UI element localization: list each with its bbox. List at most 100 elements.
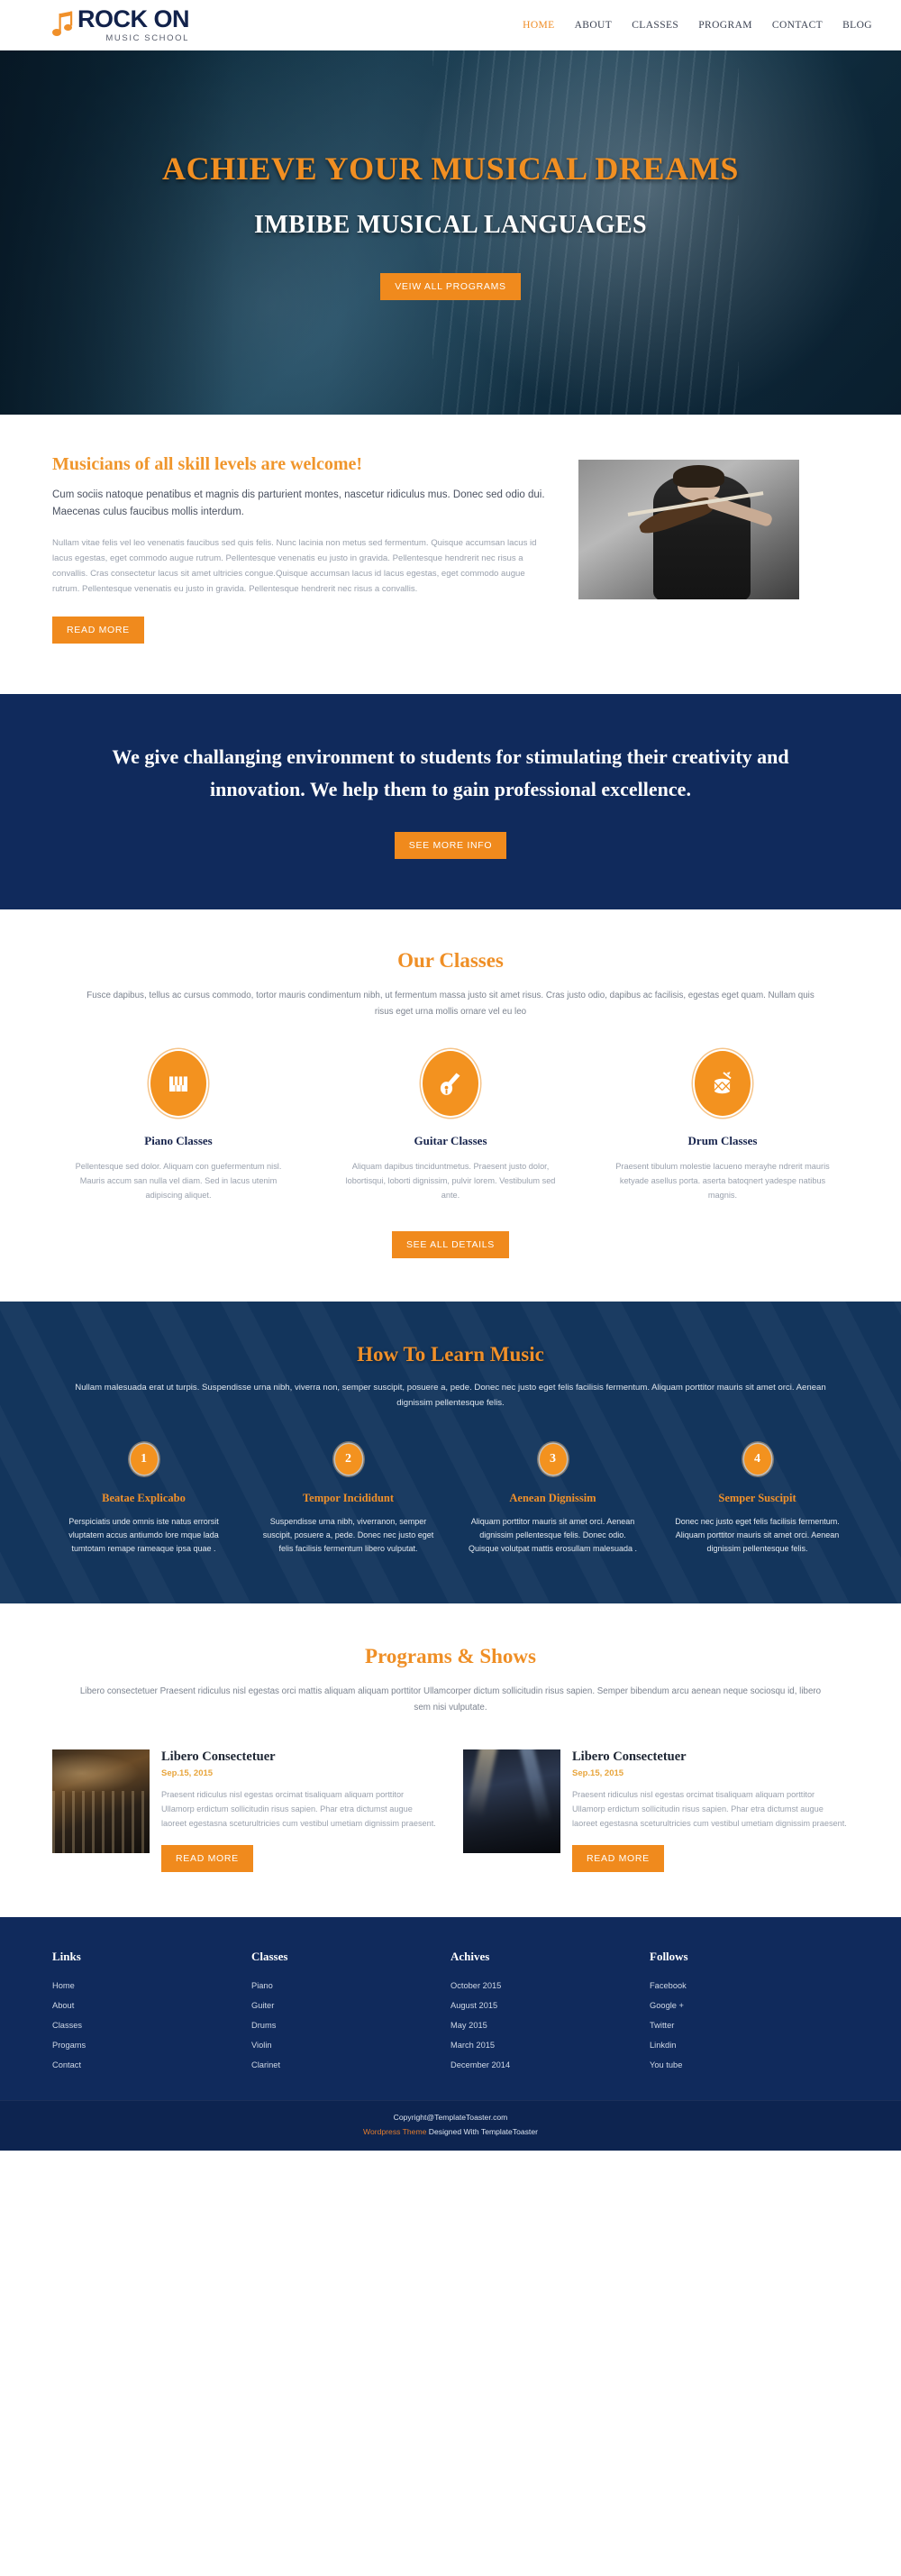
about-body-text: Nullam vitae felis vel leo venenatis fau…	[52, 537, 537, 595]
orchestra-photo	[52, 1749, 150, 1854]
footer-link[interactable]: Facebook	[650, 1981, 849, 1990]
step-title: Aenean Dignissim	[509, 1491, 596, 1504]
footer-link[interactable]: May 2015	[450, 2021, 650, 2030]
drum-icon	[695, 1050, 751, 1116]
logo-title: ROCK ON	[77, 5, 190, 33]
program-read-more-button[interactable]: READ MORE	[572, 1844, 664, 1872]
about-lead-text: Cum sociis natoque penatibus et magnis d…	[52, 489, 545, 517]
footer-link[interactable]: Google +	[650, 2001, 849, 2010]
program-read-more-button[interactable]: READ MORE	[161, 1844, 253, 1872]
programs-subtitle: Libero consectetuer Praesent ridiculus n…	[79, 1685, 822, 1713]
step-desc: Suspendisse urna nibh, viverranon, sempe…	[262, 1516, 434, 1554]
step-number: 1	[130, 1443, 158, 1475]
class-desc: Aliquam dapibus tinciduntmetus. Praesent…	[345, 1161, 556, 1200]
see-all-details-button[interactable]: SEE ALL DETAILS	[391, 1230, 510, 1258]
footer-column-achives: Achives October 2015 August 2015 May 201…	[450, 1950, 650, 2080]
class-card-piano[interactable]: Piano Classes Pellentesque sed dolor. Al…	[52, 1050, 305, 1202]
step-title: Tempor Incididunt	[302, 1491, 395, 1504]
howto-title: How To Learn Music	[357, 1342, 544, 1366]
program-card-1: Libero Consectetuer Sep.15, 2015 Praesen…	[52, 1749, 438, 1872]
footer-heading: Achives	[450, 1949, 490, 1963]
step-desc: Donec nec justo eget felis facilisis fer…	[675, 1516, 840, 1554]
cta-text: We give challanging environment to stude…	[112, 745, 789, 800]
nav-item-contact[interactable]: CONTACT	[772, 20, 823, 31]
about-read-more-button[interactable]: READ MORE	[52, 617, 144, 644]
footer-link[interactable]: Guiter	[251, 2001, 450, 2010]
step-title: Semper Suscipit	[718, 1491, 796, 1504]
program-title: Libero Consectetuer	[161, 1749, 276, 1765]
music-note-icon	[52, 11, 76, 41]
footer-link[interactable]: Violin	[251, 2041, 450, 2050]
step-number: 4	[743, 1443, 771, 1475]
about-heading: Musicians of all skill levels are welcom…	[52, 454, 363, 474]
footer-link[interactable]: August 2015	[450, 2001, 650, 2010]
footer-link[interactable]: Drums	[251, 2021, 450, 2030]
piano-icon	[150, 1050, 206, 1116]
classes-section: Our Classes Fusce dapibus, tellus ac cur…	[0, 909, 901, 1302]
step-title: Beatae Explicabo	[102, 1491, 186, 1504]
programs-title: Programs & Shows	[365, 1644, 536, 1667]
nav-item-about[interactable]: ABOUT	[575, 20, 613, 31]
site-footer: Links Home About Classes Progams Contact…	[0, 1916, 901, 2100]
footer-link[interactable]: About	[52, 2001, 251, 2010]
footer-link[interactable]: October 2015	[450, 1981, 650, 1990]
program-date: Sep.15, 2015	[572, 1768, 624, 1779]
footer-link[interactable]: Contact	[52, 2060, 251, 2069]
view-all-programs-button[interactable]: VEIW ALL PROGRAMS	[380, 273, 521, 300]
credit-theme-name: Wordpress Theme	[363, 2126, 427, 2136]
footer-column-links: Links Home About Classes Progams Contact	[52, 1950, 251, 2080]
step-desc: Aliquam porttitor mauris sit amet orci. …	[468, 1516, 638, 1554]
footer-link[interactable]: Twitter	[650, 2021, 849, 2030]
footer-heading: Classes	[251, 1949, 288, 1963]
footer-link[interactable]: Piano	[251, 1981, 450, 1990]
class-name: Drum Classes	[687, 1133, 758, 1147]
footer-heading: Follows	[650, 1949, 688, 1963]
class-card-guitar[interactable]: Guitar Classes Aliquam dapibus tincidunt…	[324, 1050, 577, 1202]
classes-subtitle: Fusce dapibus, tellus ac cursus commodo,…	[86, 991, 815, 1018]
concert-stage-photo	[463, 1749, 560, 1854]
nav-item-blog[interactable]: BLOG	[842, 20, 872, 31]
logo-subtitle: MUSIC SCHOOL	[105, 33, 189, 44]
step-desc: Perspiciatis unde omnis iste natus error…	[68, 1516, 219, 1554]
footer-column-classes: Classes Piano Guiter Drums Violin Clarin…	[251, 1950, 450, 2080]
classes-title: Our Classes	[397, 949, 504, 973]
footer-link[interactable]: You tube	[650, 2060, 849, 2069]
credit-suffix: Designed With TemplateToaster	[426, 2126, 538, 2136]
copyright-bar: Copyright@TemplateToaster.com Wordpress …	[0, 2099, 901, 2151]
footer-link[interactable]: Clarinet	[251, 2060, 450, 2069]
main-navigation: HOME ABOUT CLASSES PROGRAM CONTACT BLOG	[523, 20, 872, 31]
nav-item-classes[interactable]: CLASSES	[632, 20, 678, 31]
footer-link[interactable]: December 2014	[450, 2060, 650, 2069]
site-logo[interactable]: ROCK ON MUSIC SCHOOL	[52, 5, 190, 44]
class-name: Piano Classes	[144, 1133, 213, 1147]
footer-link[interactable]: Classes	[52, 2021, 251, 2030]
class-desc: Praesent tibulum molestie lacueno merayh…	[615, 1161, 830, 1200]
footer-link[interactable]: Progams	[52, 2041, 251, 2050]
footer-link[interactable]: March 2015	[450, 2041, 650, 2050]
credit-text: Wordpress Theme Designed With TemplateTo…	[0, 2127, 901, 2136]
class-name: Guitar Classes	[414, 1133, 487, 1147]
step-card-4: 4 Semper Suscipit Donec nec justo eget f…	[666, 1443, 849, 1557]
hero-headline: ACHIEVE YOUR MUSICAL DREAMS	[162, 151, 739, 187]
step-number: 3	[539, 1443, 567, 1475]
how-to-learn-section: How To Learn Music Nullam malesuada erat…	[0, 1301, 901, 1603]
program-title: Libero Consectetuer	[572, 1749, 687, 1765]
step-number: 2	[334, 1443, 362, 1475]
program-text: Praesent ridiculus nisl egestas orcimat …	[572, 1790, 847, 1828]
violin-player-photo	[578, 460, 799, 599]
step-card-1: 1 Beatae Explicabo Perspiciatis unde omn…	[52, 1443, 235, 1557]
nav-item-home[interactable]: HOME	[523, 20, 554, 31]
footer-link[interactable]: Home	[52, 1981, 251, 1990]
class-card-drum[interactable]: Drum Classes Praesent tibulum molestie l…	[596, 1050, 849, 1202]
footer-heading: Links	[52, 1949, 81, 1963]
class-desc: Pellentesque sed dolor. Aliquam con guef…	[75, 1161, 282, 1200]
step-card-3: 3 Aenean Dignissim Aliquam porttitor mau…	[461, 1443, 644, 1557]
site-header: ROCK ON MUSIC SCHOOL HOME ABOUT CLASSES …	[0, 0, 901, 50]
about-section: Musicians of all skill levels are welcom…	[0, 415, 901, 695]
footer-link[interactable]: Linkdin	[650, 2041, 849, 2050]
programs-section: Programs & Shows Libero consectetuer Pra…	[0, 1603, 901, 1917]
see-more-info-button[interactable]: SEE MORE INFO	[394, 832, 507, 860]
page-root: ROCK ON MUSIC SCHOOL HOME ABOUT CLASSES …	[0, 0, 901, 2151]
guitar-icon	[423, 1050, 478, 1116]
nav-item-program[interactable]: PROGRAM	[698, 20, 752, 31]
